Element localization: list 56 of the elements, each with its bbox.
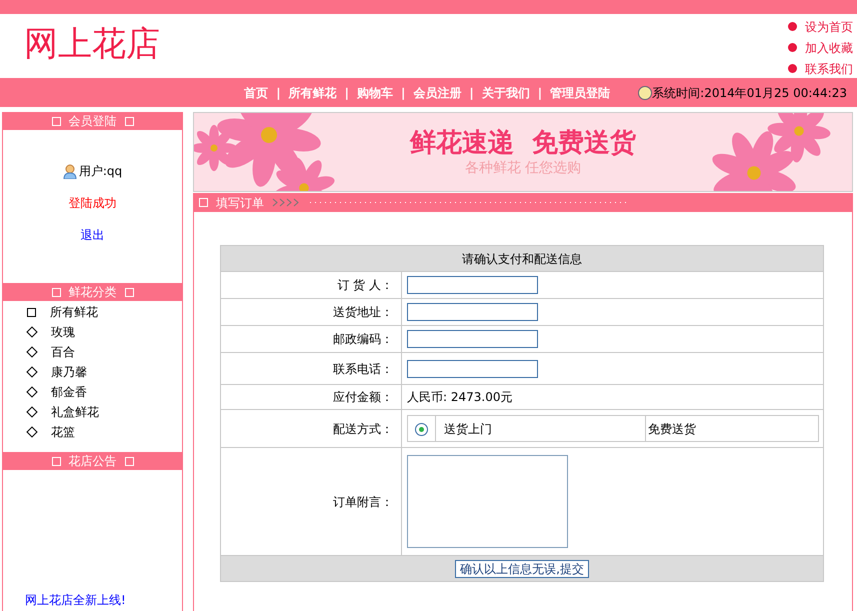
user-label: 用户:qq xyxy=(78,163,122,180)
field-label: 送货地址： xyxy=(220,298,402,326)
square-icon xyxy=(52,456,60,466)
section-title: 花店公告 xyxy=(68,453,116,470)
nav-separator: | xyxy=(344,84,349,102)
header-link[interactable]: 联系我们 xyxy=(805,60,853,78)
field-label: 联系电话： xyxy=(220,352,402,384)
square-icon xyxy=(52,288,60,296)
header-link[interactable]: 设为首页 xyxy=(805,18,853,36)
nav-separator: | xyxy=(538,84,542,102)
square-icon xyxy=(124,456,134,466)
category-link[interactable]: 所有鲜花 xyxy=(50,303,98,321)
nav-separator: | xyxy=(400,84,406,102)
field-label: 配送方式： xyxy=(220,410,402,448)
category-link[interactable]: 百合 xyxy=(51,343,75,361)
text-input-field[interactable] xyxy=(407,360,538,378)
option-note: 免费送货 xyxy=(646,416,818,442)
text-input-field[interactable] xyxy=(407,276,538,294)
category-link[interactable]: 花篮 xyxy=(51,423,75,441)
banner-headline: 鲜花速递 免费送货 xyxy=(410,127,636,159)
square-icon xyxy=(124,288,134,296)
clock-icon xyxy=(638,86,652,100)
section-title: 填写订单 xyxy=(216,194,264,212)
message-field[interactable] xyxy=(407,455,568,548)
category-link[interactable]: 康乃馨 xyxy=(51,363,87,381)
square-icon xyxy=(199,198,208,207)
notice-link[interactable]: 网上花店全新上线! xyxy=(25,591,182,609)
header-link[interactable]: 加入收藏 xyxy=(805,38,853,56)
field-label: 应付金额： xyxy=(220,384,402,410)
banner-subline: 各种鲜花 任您选购 xyxy=(464,159,582,177)
field-label: 订 货 人： xyxy=(220,272,402,298)
logout-link[interactable]: 退出 xyxy=(80,226,104,244)
category-link[interactable]: 郁金香 xyxy=(51,383,87,401)
bullet-icon xyxy=(788,22,797,31)
section-title: 会员登陆 xyxy=(68,113,116,130)
text-input-field[interactable] xyxy=(407,330,538,348)
square-icon xyxy=(124,116,134,126)
section-title: 鲜花分类 xyxy=(68,284,116,301)
nav-separator: | xyxy=(469,84,474,102)
option-label: 送货上门 xyxy=(436,416,646,442)
category-link[interactable]: 礼盒鲜花 xyxy=(51,403,99,421)
radio-button[interactable] xyxy=(415,422,428,436)
nav-separator: | xyxy=(276,84,281,102)
bullet-icon xyxy=(788,64,797,73)
text-input-field[interactable] xyxy=(407,303,538,321)
square-icon xyxy=(52,116,60,126)
system-time: 系统时间:2014年01月25 00:44:23 xyxy=(652,84,847,102)
category-link[interactable]: 玫瑰 xyxy=(51,323,75,341)
table-title: 请确认支付和配送信息 xyxy=(220,246,824,272)
submit-button[interactable]: 确认以上信息无误,提交 xyxy=(455,560,589,578)
bullet-icon xyxy=(788,43,797,52)
field-label: 邮政编码： xyxy=(220,326,402,352)
site-title: 网上花店 xyxy=(24,23,160,66)
login-status: 登陆成功 xyxy=(68,195,116,212)
user-icon xyxy=(62,164,77,178)
amount-value: 人民币: 2473.00元 xyxy=(407,390,512,404)
